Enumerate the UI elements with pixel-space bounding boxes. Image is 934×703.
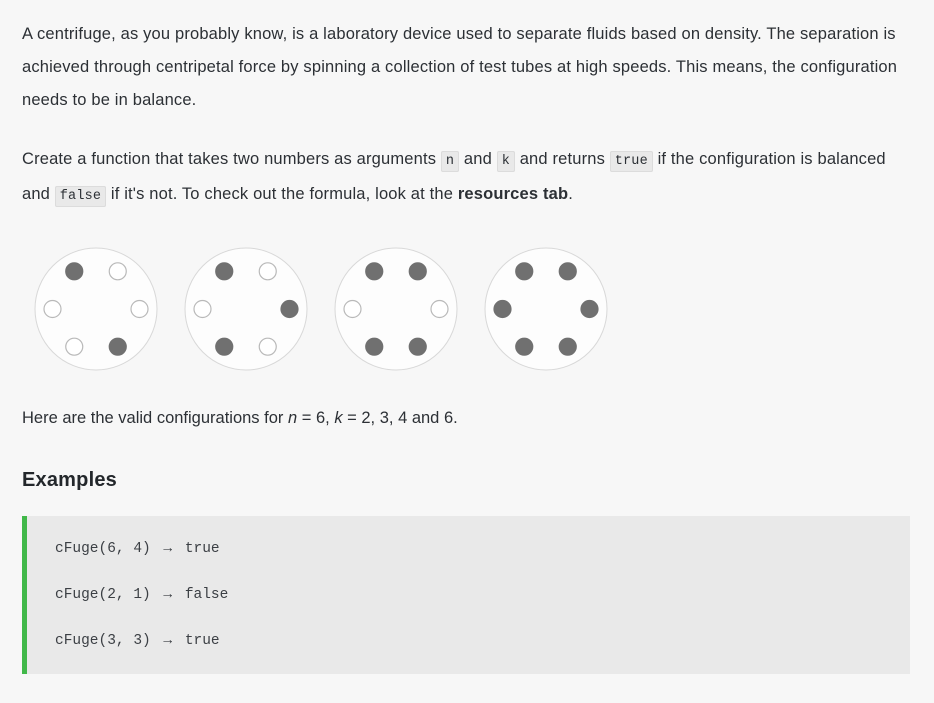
code-call: cFuge(2, 1) bbox=[55, 587, 151, 603]
caption-n-variable: n bbox=[287, 409, 298, 427]
test-tube-slot-filled bbox=[493, 299, 512, 319]
test-tube-slot-empty bbox=[343, 299, 362, 319]
caption-k-values: = 2, 3, 4 and 6. bbox=[342, 409, 458, 427]
task-text-part-5: if it's not. To check out the formula, l… bbox=[110, 185, 454, 203]
test-tube-slot-empty bbox=[430, 299, 449, 319]
test-tube-slot-filled bbox=[408, 262, 427, 281]
test-tube-slot-filled bbox=[515, 337, 534, 356]
code-result: true bbox=[184, 633, 220, 649]
centrifuge-diagram-k=3 bbox=[182, 245, 310, 373]
code-result: true bbox=[184, 541, 220, 557]
resources-tab-emphasis: resources tab bbox=[457, 185, 569, 203]
inline-code-k: k bbox=[496, 151, 515, 172]
caption-k-variable: k bbox=[334, 409, 343, 427]
configurations-caption: Here are the valid configurations for n … bbox=[22, 403, 910, 433]
code-result: false bbox=[184, 587, 229, 603]
test-tube-slot-filled bbox=[558, 337, 577, 356]
centrifuge-diagram-k=4 bbox=[332, 245, 460, 373]
task-text-part-1: Create a function that takes two numbers… bbox=[22, 150, 437, 168]
right-arrow-icon: → bbox=[154, 587, 181, 603]
problem-description-page: A centrifuge, as you probably know, is a… bbox=[0, 0, 934, 703]
test-tube-slot-empty bbox=[258, 262, 277, 281]
code-example-line: cFuge(3, 3) → true bbox=[55, 630, 910, 652]
code-example-line: cFuge(6, 4) → true bbox=[55, 538, 910, 560]
test-tube-slot-empty bbox=[130, 299, 149, 319]
test-tube-slot-filled bbox=[365, 262, 384, 281]
centrifuge-diagram-k=2 bbox=[32, 245, 160, 373]
test-tube-slot-empty bbox=[108, 262, 127, 281]
code-call: cFuge(3, 3) bbox=[55, 633, 151, 649]
test-tube-slot-filled bbox=[408, 337, 427, 356]
caption-n-value: = 6, bbox=[297, 409, 335, 427]
test-tube-slot-filled bbox=[108, 337, 127, 356]
examples-heading: Examples bbox=[22, 469, 117, 491]
examples-code-block: cFuge(6, 4) → true cFuge(2, 1) → false cFu… bbox=[22, 516, 910, 674]
test-tube-slot-filled bbox=[558, 262, 577, 281]
test-tube-slot-filled bbox=[580, 299, 599, 319]
task-text-part-3: and returns bbox=[519, 150, 606, 168]
centrifuge-diagram-k=6 bbox=[482, 245, 610, 373]
caption-prefix: Here are the valid configurations for bbox=[22, 409, 288, 427]
task-text-part-6: . bbox=[568, 185, 573, 203]
test-tube-slot-filled bbox=[215, 262, 234, 281]
test-tube-slot-filled bbox=[65, 262, 84, 281]
centrifuge-diagram-row bbox=[32, 239, 910, 379]
test-tube-slot-empty bbox=[193, 299, 212, 319]
right-arrow-icon: → bbox=[154, 541, 181, 557]
inline-code-true: true bbox=[609, 151, 653, 172]
test-tube-slot-filled bbox=[215, 337, 234, 356]
test-tube-slot-filled bbox=[365, 337, 384, 356]
right-arrow-icon: → bbox=[154, 633, 181, 649]
test-tube-slot-empty bbox=[258, 337, 277, 356]
test-tube-slot-empty bbox=[65, 337, 84, 356]
code-call: cFuge(6, 4) bbox=[55, 541, 151, 557]
test-tube-slot-filled bbox=[515, 262, 534, 281]
task-text-part-2: and bbox=[463, 150, 492, 168]
content-area: A centrifuge, as you probably know, is a… bbox=[0, 0, 934, 674]
inline-code-false: false bbox=[54, 186, 107, 207]
code-example-line: cFuge(2, 1) → false bbox=[55, 584, 910, 606]
test-tube-slot-filled bbox=[280, 299, 299, 319]
test-tube-slot-empty bbox=[43, 299, 62, 319]
task-paragraph: Create a function that takes two numbers… bbox=[22, 143, 910, 213]
intro-paragraph: A centrifuge, as you probably know, is a… bbox=[22, 25, 898, 109]
inline-code-n: n bbox=[440, 151, 460, 172]
